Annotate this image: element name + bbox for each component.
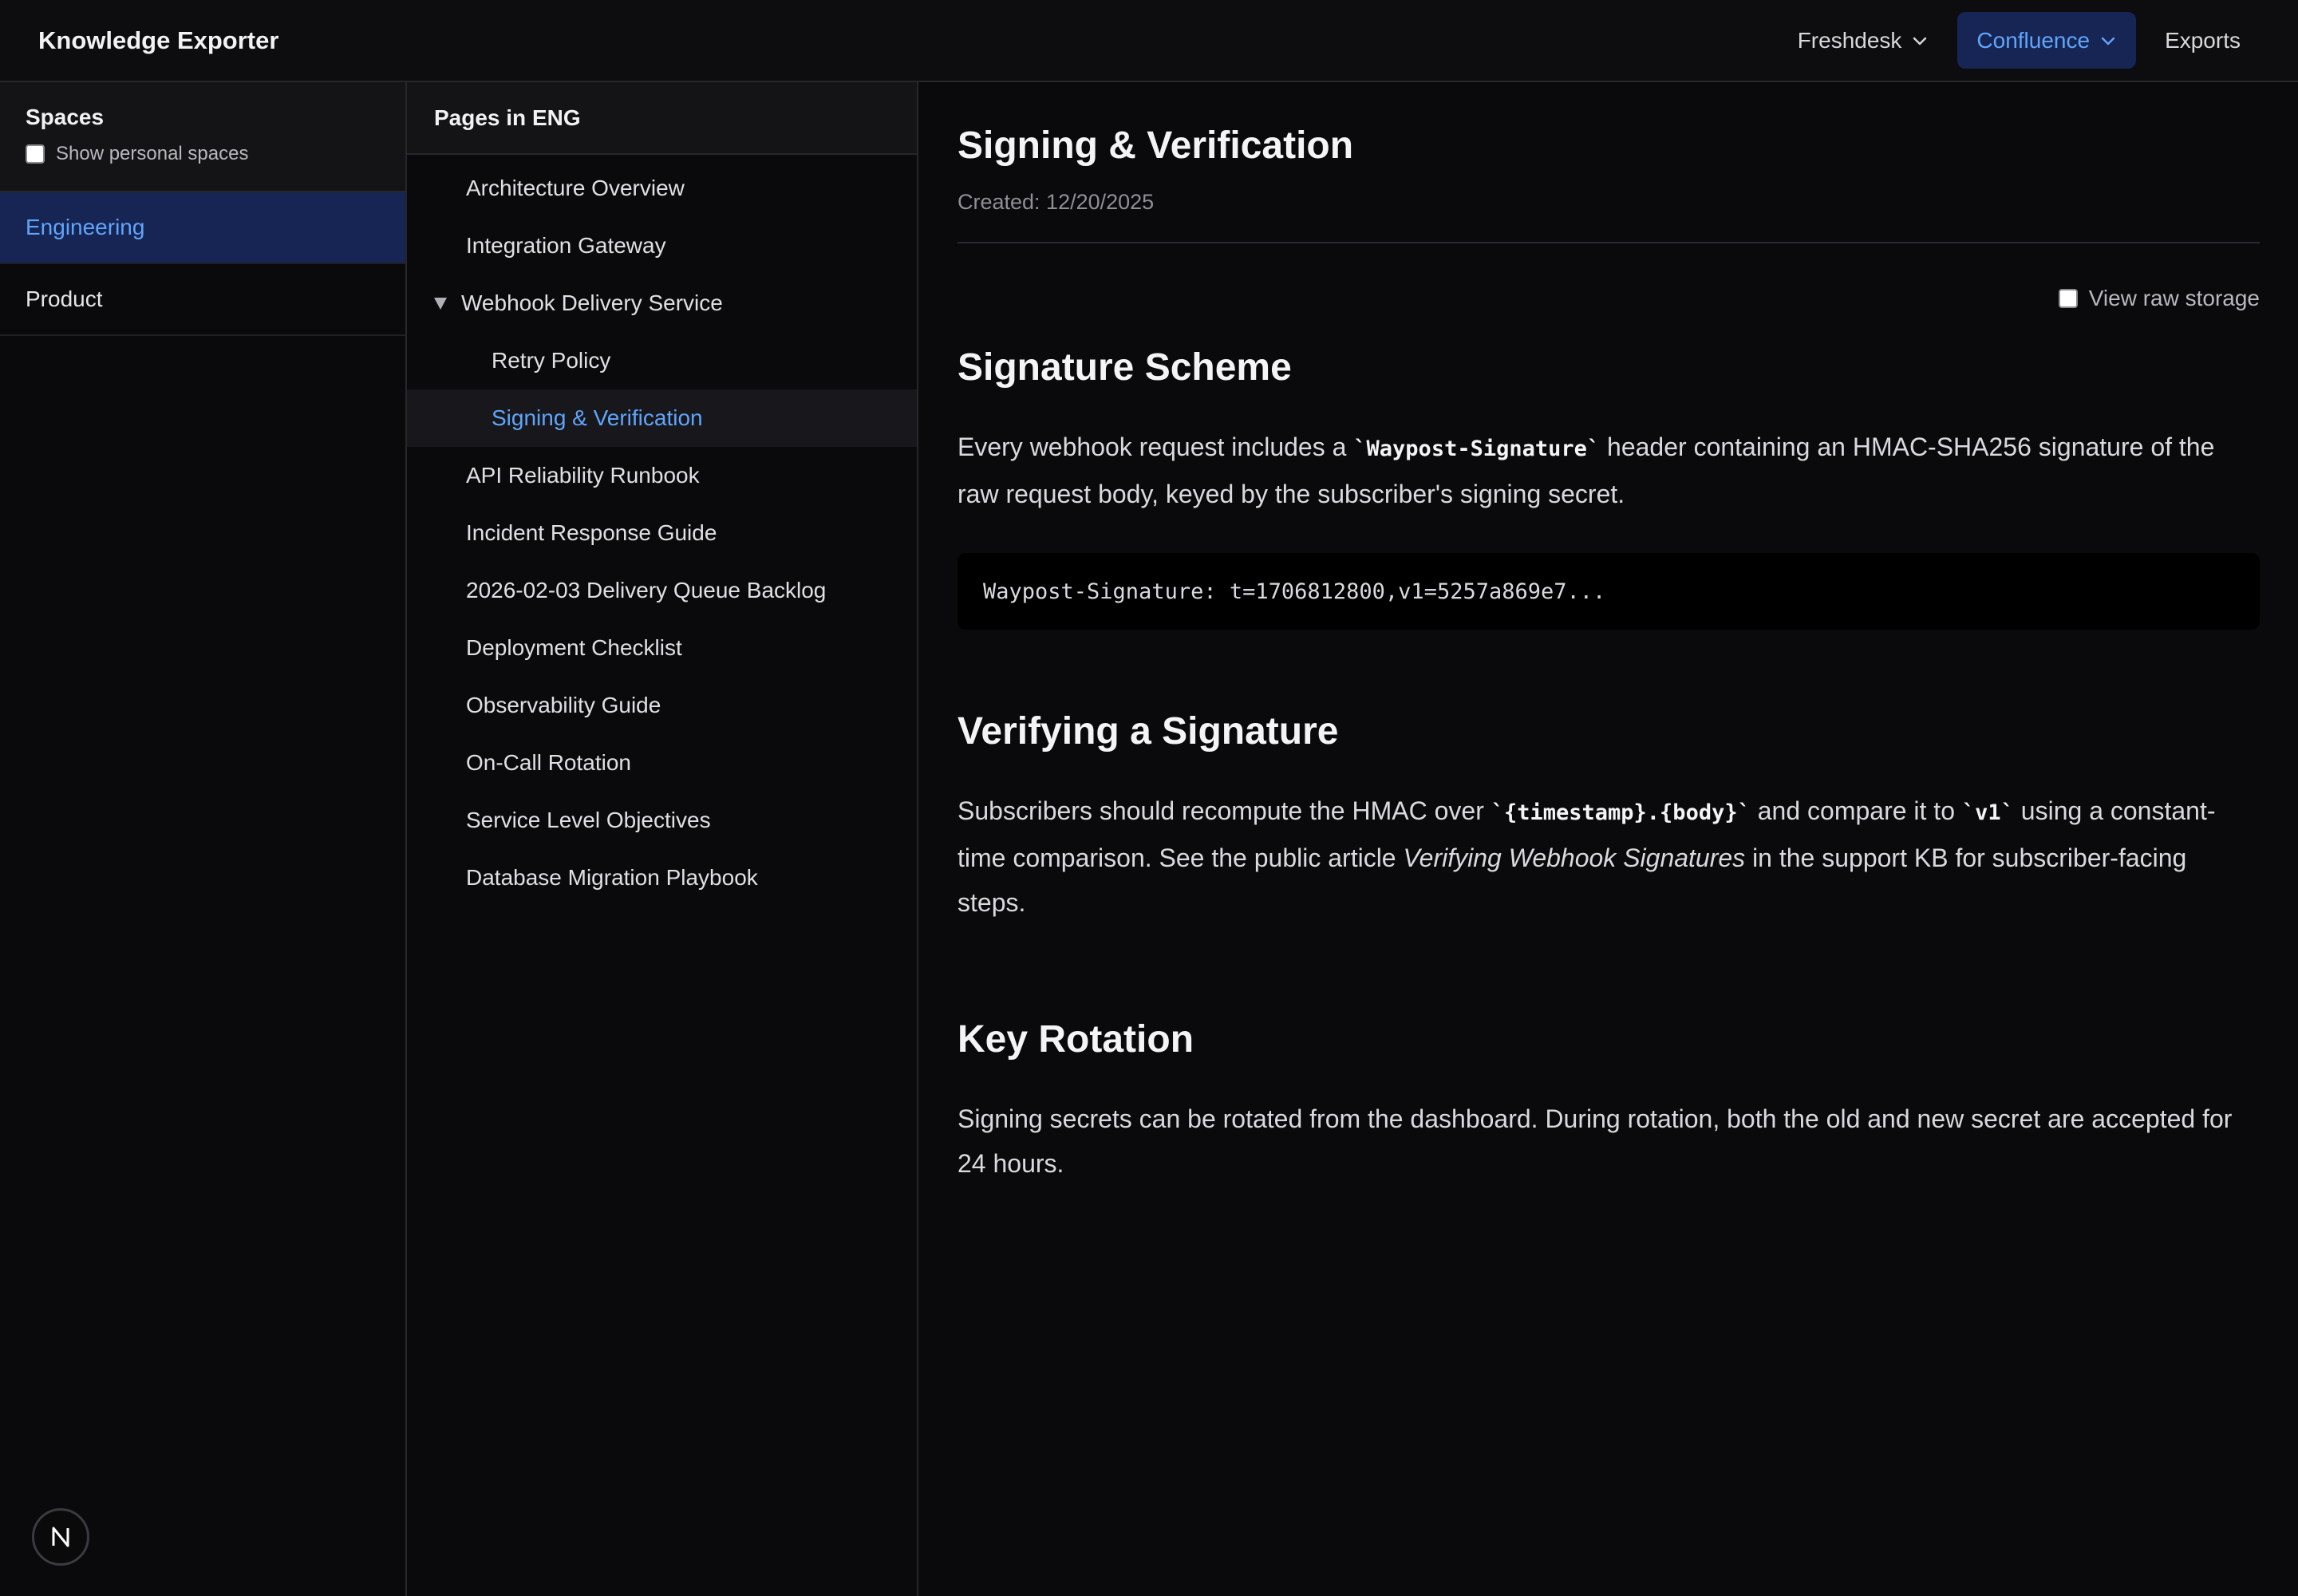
view-raw-storage-checkbox[interactable] bbox=[2058, 289, 2078, 308]
page-item-service-level-objectives[interactable]: Service Level Objectives bbox=[407, 792, 917, 849]
page-item-api-reliability-runbook[interactable]: API Reliability Runbook bbox=[407, 447, 917, 504]
space-item-engineering[interactable]: Engineering bbox=[0, 192, 405, 264]
text: and compare it to bbox=[1750, 796, 1962, 825]
inline-code: `Waypost-Signature` bbox=[1353, 437, 1601, 461]
paragraph-signature-scheme: Every webhook request includes a `Waypos… bbox=[958, 425, 2260, 516]
pages-header: Pages in ENG bbox=[407, 82, 917, 155]
show-personal-spaces-checkbox[interactable] bbox=[26, 144, 45, 164]
page-item-on-call-rotation[interactable]: On-Call Rotation bbox=[407, 734, 917, 792]
page-item-label: Service Level Objectives bbox=[466, 808, 711, 832]
nav-freshdesk[interactable]: Freshdesk bbox=[1779, 12, 1949, 69]
nav-confluence-label: Confluence bbox=[1976, 27, 2091, 53]
page-item-integration-gateway[interactable]: Integration Gateway bbox=[407, 217, 917, 275]
nav-exports[interactable]: Exports bbox=[2146, 12, 2260, 69]
page-content: Signing & Verification Created: 12/20/20… bbox=[919, 82, 2298, 1596]
nav-confluence[interactable]: Confluence bbox=[1957, 12, 2137, 69]
main-nav: Freshdesk Confluence Exports bbox=[1779, 12, 2260, 69]
inline-code: `{timestamp}.{body}` bbox=[1491, 800, 1751, 825]
code-block: Waypost-Signature: t=1706812800,v1=5257a… bbox=[958, 553, 2260, 630]
page-item-label: Observability Guide bbox=[466, 693, 661, 717]
page-item-label: API Reliability Runbook bbox=[466, 463, 700, 488]
spaces-panel: Spaces Show personal spaces Engineering … bbox=[0, 82, 407, 1596]
page-item-label: Signing & Verification bbox=[492, 405, 703, 430]
page-item-database-migration-playbook[interactable]: Database Migration Playbook bbox=[407, 849, 917, 907]
app-title: Knowledge Exporter bbox=[38, 26, 279, 54]
page-item-incident-response-guide[interactable]: Incident Response Guide bbox=[407, 504, 917, 562]
page-item-deployment-checklist[interactable]: Deployment Checklist bbox=[407, 619, 917, 677]
divider bbox=[958, 242, 2260, 243]
triangle-down-icon[interactable] bbox=[429, 295, 452, 311]
page-item-label: Database Migration Playbook bbox=[466, 865, 758, 890]
show-personal-spaces-toggle[interactable]: Show personal spaces bbox=[26, 143, 380, 165]
view-raw-storage-label: View raw storage bbox=[2088, 286, 2260, 310]
text: Subscribers should recompute the HMAC ov… bbox=[958, 796, 1491, 825]
heading-key-rotation: Key Rotation bbox=[958, 1018, 1194, 1061]
show-personal-spaces-label: Show personal spaces bbox=[56, 143, 249, 164]
top-bar: Knowledge Exporter Freshdesk Confluence … bbox=[0, 0, 2298, 82]
page-item-label: 2026-02-03 Delivery Queue Backlog bbox=[466, 578, 827, 602]
created-date: Created: 12/20/2025 bbox=[958, 190, 1155, 214]
heading-verifying-signature: Verifying a Signature bbox=[958, 710, 1339, 753]
page-item-label: Integration Gateway bbox=[466, 233, 666, 258]
page-title: Signing & Verification bbox=[958, 124, 1354, 167]
page-item-retry-policy[interactable]: Retry Policy bbox=[407, 332, 917, 389]
spaces-header: Spaces Show personal spaces bbox=[0, 82, 405, 192]
nav-exports-label: Exports bbox=[2165, 27, 2241, 53]
page-list: Architecture Overview Integration Gatewa… bbox=[407, 155, 917, 907]
view-raw-storage-toggle[interactable]: View raw storage bbox=[958, 285, 2260, 312]
page-item-delivery-queue-backlog[interactable]: 2026-02-03 Delivery Queue Backlog bbox=[407, 562, 917, 619]
space-item-product[interactable]: Product bbox=[0, 264, 405, 336]
page-item-label: On-Call Rotation bbox=[466, 750, 631, 775]
page-item-label: Webhook Delivery Service bbox=[461, 290, 723, 315]
page-item-webhook-delivery-service[interactable]: Webhook Delivery Service bbox=[407, 275, 917, 332]
article-reference: Verifying Webhook Signatures bbox=[1403, 843, 1746, 872]
page-item-label: Retry Policy bbox=[492, 348, 611, 373]
heading-signature-scheme: Signature Scheme bbox=[958, 346, 1292, 389]
paragraph-key-rotation: Signing secrets can be rotated from the … bbox=[958, 1104, 2233, 1178]
chevron-down-icon bbox=[1911, 32, 1929, 49]
n-logo-icon[interactable] bbox=[32, 1508, 89, 1566]
inline-code: `v1` bbox=[1961, 800, 2014, 825]
pages-panel: Pages in ENG Architecture Overview Integ… bbox=[407, 82, 918, 1596]
chevron-down-icon bbox=[2099, 32, 2117, 49]
page-item-label: Incident Response Guide bbox=[466, 520, 717, 545]
page-item-label: Architecture Overview bbox=[466, 176, 685, 200]
page-item-architecture-overview[interactable]: Architecture Overview bbox=[407, 160, 917, 217]
paragraph-verifying-signature: Subscribers should recompute the HMAC ov… bbox=[958, 788, 2260, 925]
text: Every webhook request includes a bbox=[958, 433, 1354, 461]
page-item-label: Deployment Checklist bbox=[466, 635, 682, 660]
nav-freshdesk-label: Freshdesk bbox=[1797, 27, 1902, 53]
page-item-observability-guide[interactable]: Observability Guide bbox=[407, 677, 917, 734]
page-item-signing-verification[interactable]: Signing & Verification bbox=[407, 389, 917, 447]
spaces-title: Spaces bbox=[26, 105, 105, 129]
